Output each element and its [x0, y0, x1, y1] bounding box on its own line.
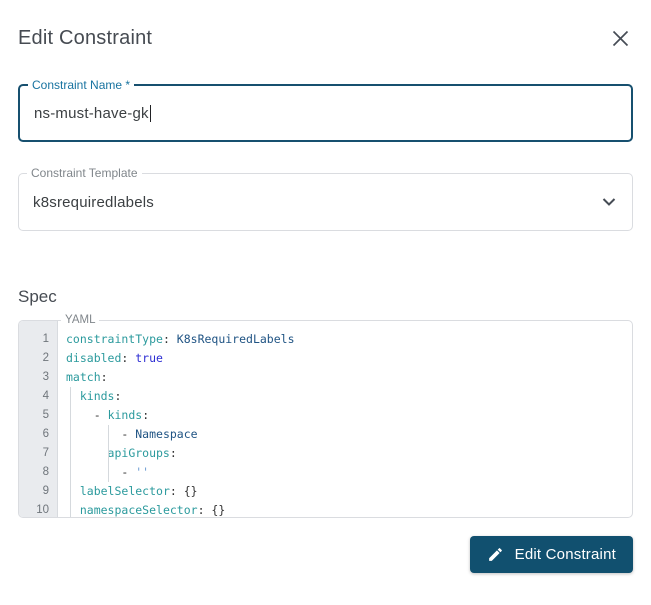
line-number: 9 — [19, 482, 57, 501]
edit-constraint-button-label: Edit Constraint — [515, 546, 616, 563]
close-button[interactable] — [608, 26, 633, 51]
close-icon — [612, 30, 629, 47]
code-lines: constraintType: K8sRequiredLabelsdisable… — [66, 330, 632, 517]
indent-guide — [70, 387, 71, 517]
yaml-editor[interactable]: YAML 12345678910 constraintType: K8sRequ… — [18, 320, 633, 518]
dialog-footer: Edit Constraint — [18, 536, 633, 573]
line-number: 7 — [19, 444, 57, 463]
constraint-template-value: k8srequiredlabels — [33, 194, 154, 211]
code-line[interactable]: - Namespace — [66, 425, 632, 444]
line-number: 10 — [19, 501, 57, 520]
constraint-name-value: ns-must-have-gk — [34, 105, 149, 122]
line-number: 5 — [19, 406, 57, 425]
constraint-name-field[interactable]: Constraint Name * ns-must-have-gk — [18, 84, 633, 142]
code-area[interactable]: constraintType: K8sRequiredLabelsdisable… — [58, 321, 632, 517]
code-line[interactable]: disabled: true — [66, 349, 632, 368]
code-line[interactable]: apiGroups: — [66, 444, 632, 463]
line-number: 1 — [19, 330, 57, 349]
code-line[interactable]: - kinds: — [66, 406, 632, 425]
line-number-gutter: 12345678910 — [19, 321, 58, 517]
constraint-name-label: Constraint Name * — [28, 78, 134, 93]
code-line[interactable]: kinds: — [66, 387, 632, 406]
edit-constraint-dialog: Edit Constraint Constraint Name * ns-mus… — [0, 0, 651, 573]
constraint-template-select[interactable]: k8srequiredlabels — [19, 174, 632, 230]
line-number: 6 — [19, 425, 57, 444]
chevron-down-icon[interactable] — [602, 198, 616, 207]
constraint-template-label: Constraint Template — [27, 166, 142, 181]
code-line[interactable]: - '' — [66, 463, 632, 482]
code-line[interactable]: constraintType: K8sRequiredLabels — [66, 330, 632, 349]
line-number: 4 — [19, 387, 57, 406]
line-number: 8 — [19, 463, 57, 482]
code-line[interactable]: match: — [66, 368, 632, 387]
edit-constraint-button[interactable]: Edit Constraint — [470, 536, 633, 573]
line-number: 2 — [19, 349, 57, 368]
dialog-title: Edit Constraint — [18, 27, 152, 50]
constraint-template-field[interactable]: Constraint Template k8srequiredlabels — [18, 173, 633, 231]
pencil-icon — [487, 546, 504, 563]
code-line[interactable]: namespaceSelector: {} — [66, 501, 632, 517]
line-number: 3 — [19, 368, 57, 387]
indent-guide — [108, 425, 109, 482]
constraint-name-input[interactable]: ns-must-have-gk — [20, 86, 631, 140]
dialog-header: Edit Constraint — [18, 0, 633, 51]
text-cursor — [150, 105, 152, 122]
code-line[interactable]: labelSelector: {} — [66, 482, 632, 501]
spec-heading: Spec — [18, 287, 633, 307]
